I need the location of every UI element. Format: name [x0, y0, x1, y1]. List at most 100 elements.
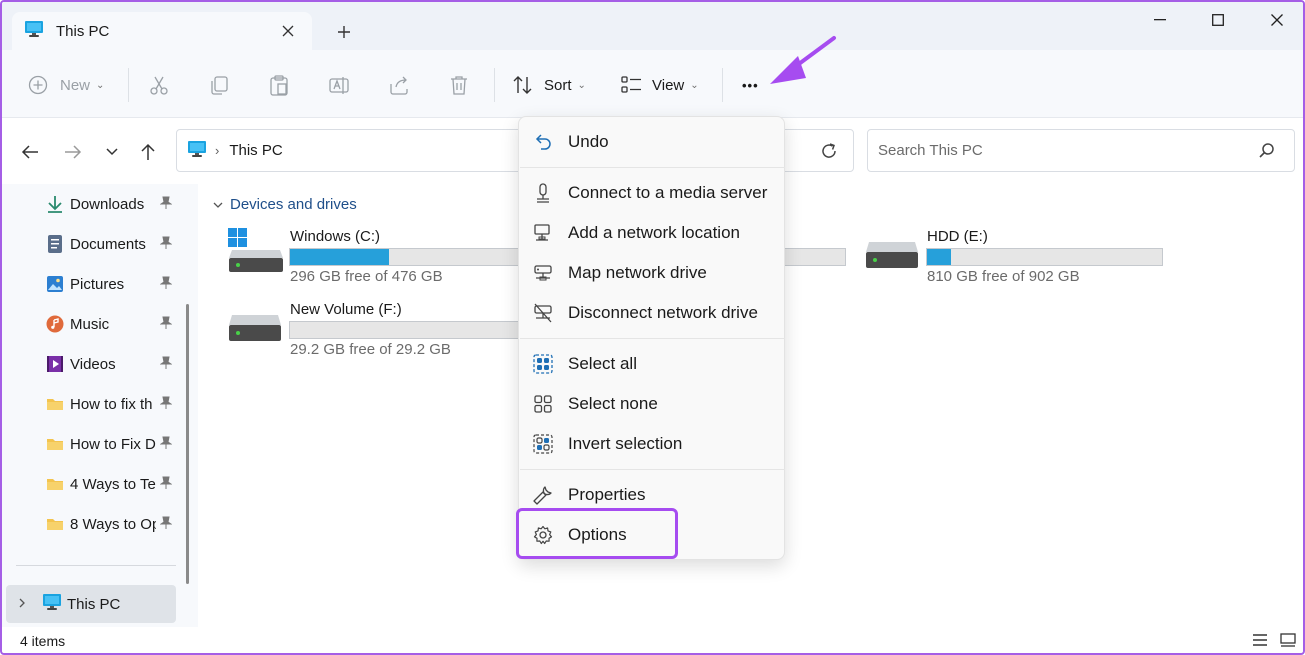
pin-icon [159, 356, 173, 374]
breadcrumb-this-pc[interactable]: This PC [229, 142, 282, 159]
rename-button[interactable] [328, 70, 350, 100]
sidebar-item-videos[interactable]: Videos [46, 352, 176, 376]
menu-item-label: Invert selection [568, 434, 683, 453]
drive-tile[interactable]: New Volume (F:) 29.2 GB free of 29.2 GB [228, 301, 528, 361]
menu-item-add-network-location[interactable]: Add a network location [519, 213, 786, 253]
chevron-down-icon: ⌄ [96, 79, 105, 91]
menu-item-connect-media-server[interactable]: Connect to a media server [519, 173, 786, 213]
drive-tile[interactable]: Windows (C:) 296 GB free of 476 GB [228, 228, 551, 288]
share-icon [390, 76, 408, 95]
refresh-icon[interactable] [819, 141, 839, 165]
folder-icon [47, 519, 63, 530]
folder-icon [47, 439, 63, 450]
drive-usage-fill [927, 249, 951, 265]
search-input[interactable]: Search This PC [867, 129, 1295, 172]
pin-icon [159, 276, 173, 294]
drive-free-space: 296 GB free of 476 GB [290, 268, 443, 285]
chevron-right-icon[interactable] [18, 596, 26, 613]
drive-usage-bar [289, 321, 519, 339]
share-button[interactable] [388, 70, 410, 100]
invert-selection-icon [533, 434, 553, 454]
view-button[interactable]: View ⌄ [621, 70, 699, 100]
minimize-icon[interactable] [1140, 8, 1180, 32]
sort-label: Sort [544, 76, 572, 94]
folder-icon [47, 479, 63, 490]
file-explorer-window: This PC New ⌄ Sort ⌄ View ⌄ ••• › This P… [0, 0, 1305, 655]
menu-item-select-all[interactable]: Select all [519, 344, 786, 384]
details-view-icon[interactable] [1252, 633, 1268, 652]
menu-item-label: Map network drive [568, 263, 707, 282]
chevron-down-icon [213, 202, 223, 208]
pin-icon [159, 476, 173, 494]
view-label: View [652, 76, 685, 94]
sort-button[interactable]: Sort ⌄ [512, 70, 586, 100]
sidebar-item-this-pc[interactable]: This PC [6, 585, 176, 623]
music-icon [46, 315, 64, 333]
annotation-arrow-icon [770, 36, 836, 84]
search-icon[interactable] [1258, 142, 1276, 164]
large-icons-view-icon[interactable] [1280, 633, 1296, 652]
new-label: New [60, 76, 91, 94]
menu-item-label: Undo [568, 132, 609, 151]
see-more-menu: Undo Connect to a media server Add a net… [518, 116, 785, 560]
paste-icon [270, 75, 288, 96]
sidebar-item-folder[interactable]: How to Fix D [46, 432, 176, 456]
tab-this-pc[interactable]: This PC [12, 12, 312, 50]
sidebar-item-label: Videos [70, 355, 116, 373]
windows-drive-icon [228, 228, 283, 272]
pin-icon [159, 316, 173, 334]
new-tab-icon[interactable] [332, 20, 356, 44]
sidebar-item-downloads[interactable]: Downloads [46, 192, 176, 216]
drive-usage-bar [926, 248, 1163, 266]
status-item-count: 4 items [20, 633, 66, 649]
drive-name: New Volume (F:) [290, 301, 402, 318]
sidebar-item-folder[interactable]: 8 Ways to Op [46, 512, 176, 536]
copy-button[interactable] [208, 70, 230, 100]
tab-close-icon[interactable] [278, 21, 298, 41]
cut-icon [150, 76, 168, 95]
close-window-icon[interactable] [1257, 8, 1297, 32]
sidebar-scrollbar[interactable] [186, 304, 189, 584]
sidebar-item-music[interactable]: Music [46, 312, 176, 336]
menu-item-undo[interactable]: Undo [519, 122, 786, 162]
forward-button[interactable] [59, 138, 87, 166]
menu-divider [520, 469, 785, 470]
sidebar-item-folder[interactable]: 4 Ways to Ter [46, 472, 176, 496]
sidebar-item-folder[interactable]: How to fix th [46, 392, 176, 416]
toolbar-divider [722, 68, 723, 102]
chevron-down-icon: ⌄ [577, 79, 586, 91]
sidebar-item-documents[interactable]: Documents [46, 232, 176, 256]
maximize-icon[interactable] [1198, 8, 1238, 32]
recent-locations-button[interactable] [98, 138, 126, 166]
drive-tile[interactable]: HDD (E:) 810 GB free of 902 GB [865, 228, 1165, 288]
sidebar-item-label: How to Fix D [70, 435, 156, 453]
menu-item-map-network-drive[interactable]: Map network drive [519, 253, 786, 293]
command-bar: New ⌄ Sort ⌄ View ⌄ ••• [2, 50, 1303, 118]
new-plus-icon [28, 75, 48, 95]
drive-free-space: 29.2 GB free of 29.2 GB [290, 341, 451, 358]
drive-name: HDD (E:) [927, 228, 988, 245]
sidebar-item-label: Music [70, 315, 110, 333]
menu-item-label: Connect to a media server [568, 183, 768, 202]
cut-button[interactable] [148, 70, 170, 100]
see-more-button[interactable]: ••• [742, 70, 759, 100]
sidebar-item-label: This PC [67, 595, 121, 613]
sidebar-item-pictures[interactable]: Pictures [46, 272, 176, 296]
menu-item-disconnect-network-drive[interactable]: Disconnect network drive [519, 293, 786, 333]
drive-usage-fill [290, 249, 389, 265]
menu-item-label: Select all [568, 354, 637, 373]
group-header-devices[interactable]: Devices and drives [212, 196, 357, 213]
hard-drive-icon [229, 315, 281, 341]
delete-button[interactable] [448, 70, 470, 100]
drive-usage-bar [289, 248, 551, 266]
videos-icon [47, 356, 63, 372]
new-button[interactable]: New ⌄ [28, 70, 104, 100]
up-button[interactable] [134, 138, 162, 166]
menu-divider [520, 167, 785, 168]
menu-item-select-none[interactable]: Select none [519, 384, 786, 424]
menu-item-invert-selection[interactable]: Invert selection [519, 424, 786, 464]
back-button[interactable] [16, 138, 44, 166]
paste-button[interactable] [268, 70, 290, 100]
toolbar-divider [494, 68, 495, 102]
sidebar-item-label: Documents [70, 235, 146, 253]
